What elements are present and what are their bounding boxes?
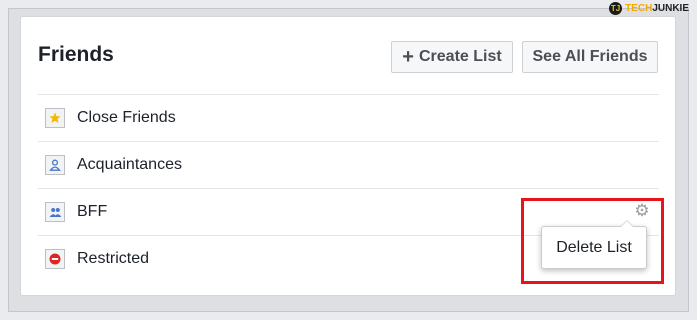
delete-list-menu-item[interactable]: Delete List bbox=[541, 220, 647, 269]
list-item-acquaintances[interactable]: Acquaintances bbox=[38, 141, 659, 188]
create-list-label: Create List bbox=[418, 48, 502, 65]
list-item-label: Restricted bbox=[77, 250, 150, 267]
list-item-close-friends[interactable]: Close Friends bbox=[38, 94, 659, 141]
list-item-label: BFF bbox=[77, 203, 108, 220]
techjunkie-logo-icon: TJ bbox=[609, 2, 623, 15]
watermark-suffix: JUNKIE bbox=[652, 3, 689, 14]
acquaintance-icon bbox=[45, 155, 65, 175]
people-icon bbox=[45, 202, 65, 222]
page-title: Friends bbox=[38, 43, 114, 66]
star-icon bbox=[45, 108, 65, 128]
list-item-label: Acquaintances bbox=[77, 156, 182, 173]
watermark: TJ TECH JUNKIE bbox=[609, 2, 689, 15]
watermark-prefix: TECH bbox=[625, 3, 653, 14]
see-all-friends-button[interactable]: See All Friends bbox=[522, 41, 658, 73]
list-item-label: Close Friends bbox=[77, 109, 176, 126]
restricted-icon bbox=[45, 249, 65, 269]
plus-icon: + bbox=[402, 46, 414, 68]
create-list-button[interactable]: + Create List bbox=[391, 41, 513, 73]
